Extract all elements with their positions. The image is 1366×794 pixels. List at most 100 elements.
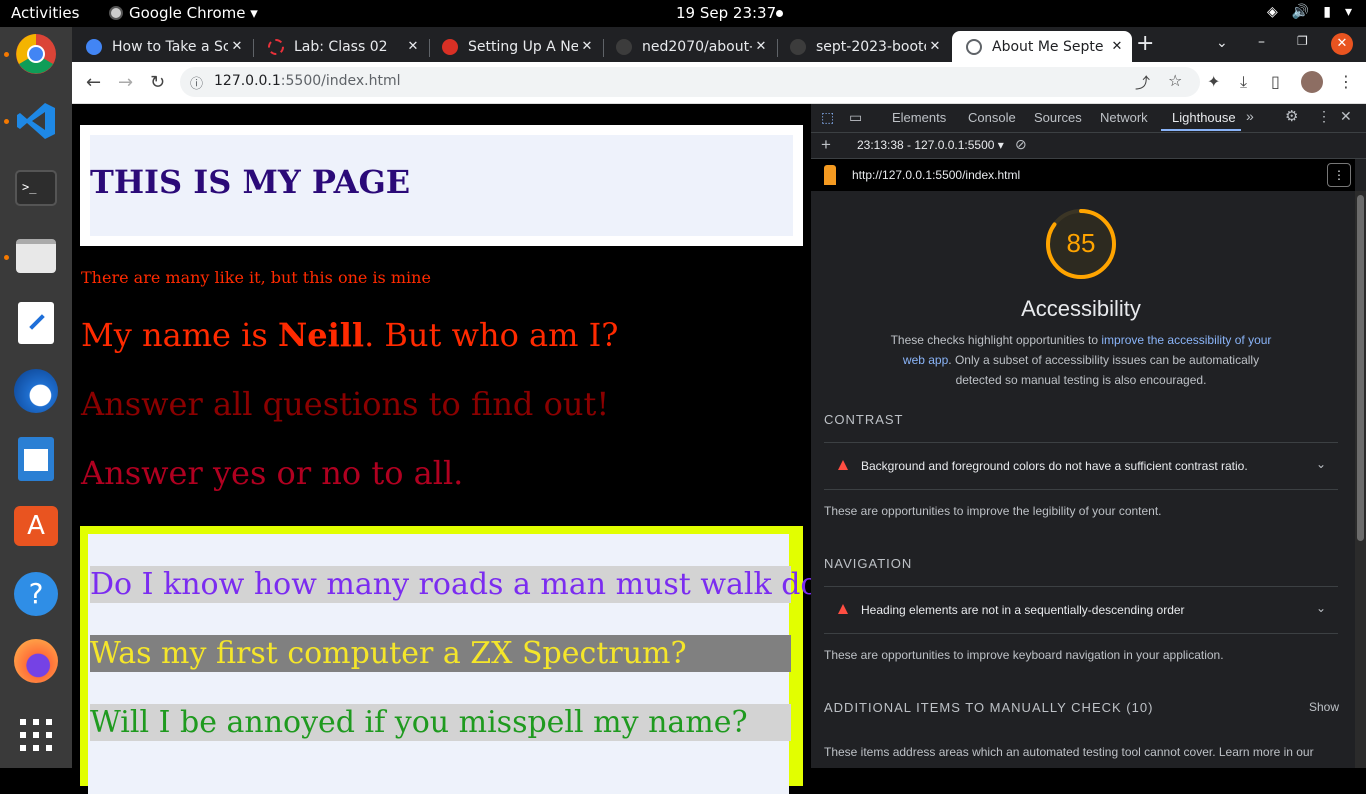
dock-files[interactable] [12,232,60,280]
tab-title: About Me Septe [992,38,1104,55]
settings-gear-icon[interactable]: ⚙ [1285,107,1298,125]
github-icon [790,38,806,55]
site-info-icon[interactable]: ⓘ [190,73,203,92]
running-indicator [4,52,9,57]
web-page: THIS IS MY PAGE There are many like it, … [72,104,880,794]
profile-avatar[interactable] [1301,71,1323,93]
devtools-menu-icon[interactable]: ⋮ [1317,108,1331,125]
minimize-button[interactable]: – [1258,34,1265,50]
dock-text-editor[interactable] [12,299,60,347]
page-title: THIS IS MY PAGE [90,163,411,201]
show-apps-button[interactable] [12,711,60,759]
report-menu-icon[interactable]: ⋮ [1327,163,1351,187]
tagline: There are many like it, but this one is … [81,268,431,287]
tab-favicon-icon [442,38,458,55]
app-grid-icon [20,719,52,751]
share-icon[interactable]: ⤴ [1135,72,1150,93]
question-2: Was my first computer a ZX Spectrum? [90,635,791,672]
dock-chrome[interactable] [12,30,60,78]
devtools-tab-bar: ⬚ ▭ Elements Console Sources Network Lig… [811,104,1366,133]
chevron-down-icon: ⌄ [1315,457,1326,471]
header-inner: THIS IS MY PAGE [90,135,793,236]
audit-heading-order[interactable]: Heading elements are not in a sequential… [824,586,1338,634]
dock-libreoffice-writer[interactable] [12,435,60,483]
maximize-button[interactable]: ❐ [1297,34,1308,48]
address-bar[interactable]: ⓘ 127.0.0.1:5500/index.html ⤴ ☆ [180,67,1200,97]
tab-search-button[interactable]: ⌄ [1216,35,1228,51]
devtools-close-icon[interactable]: ✕ [1340,108,1352,125]
section-manual-note: These items address areas which an autom… [824,745,1314,759]
tab-title: Lab: Class 02 [294,38,388,55]
tab-0[interactable]: How to Take a Sc ✕ [72,31,252,62]
new-report-icon[interactable]: + [821,135,831,155]
new-tab-button[interactable]: + [1136,31,1154,56]
section-navigation-note: These are opportunities to improve keybo… [824,648,1224,662]
close-icon[interactable]: ✕ [578,39,596,54]
fail-triangle-icon [838,604,848,614]
devtools-tab-console[interactable]: Console [968,110,1016,125]
running-indicator [4,119,9,124]
window-close-button[interactable]: ✕ [1331,33,1353,55]
report-selector[interactable]: 23:13:38 - 127.0.0.1:5500 ▾ [857,138,1004,152]
side-panel-icon[interactable]: ▯ [1271,72,1280,91]
back-button[interactable]: ← [86,72,101,93]
devtools-tab-sources[interactable]: Sources [1034,110,1082,125]
thunderbird-icon [14,369,58,413]
dock-vscode[interactable] [12,97,60,145]
audit-title: Heading elements are not in a sequential… [861,603,1185,617]
devtools-tab-lighthouse[interactable]: Lighthouse [1172,110,1236,125]
scrollbar-thumb[interactable] [1357,195,1364,541]
app-menu[interactable]: Google Chrome ▾ [109,4,258,22]
close-icon[interactable]: ✕ [926,39,944,54]
url-text: 127.0.0.1:5500/index.html [214,73,401,89]
system-tray[interactable]: ◈ 🔊 ▮ ▾ [1267,4,1352,20]
software-center-icon: A [14,506,58,546]
section-manual-title[interactable]: ADDITIONAL ITEMS TO MANUALLY CHECK (10) [824,700,1153,715]
close-icon[interactable]: ✕ [404,39,422,54]
chrome-icon [16,34,56,74]
dock-thunderbird[interactable] [12,367,60,415]
globe-icon [966,38,982,55]
tab-strip: How to Take a Sc ✕ Lab: Class 02 ✕ Setti… [72,27,1366,62]
tab-2[interactable]: Setting Up A New ✕ [428,31,602,62]
notification-dot [776,10,783,17]
forward-button[interactable]: → [118,72,133,93]
clock[interactable]: 19 Sep 23:37 [676,4,776,22]
lighthouse-logo-icon [824,165,836,185]
close-icon[interactable]: ✕ [228,39,246,54]
battery-icon: ▮ [1323,4,1331,20]
download-icon[interactable]: ⤓ [1240,72,1247,92]
close-icon[interactable]: ✕ [752,39,770,54]
fail-triangle-icon [838,460,848,470]
more-tabs-icon[interactable]: » [1246,108,1254,124]
tab-3[interactable]: ned2070/about- ✕ [602,31,776,62]
scrollbar[interactable] [1355,191,1366,768]
clear-reports-icon[interactable]: ⊘ [1015,136,1027,153]
device-toolbar-icon[interactable]: ▭ [849,109,862,126]
audit-contrast[interactable]: Background and foreground colors do not … [824,442,1338,490]
devtools-panel: ⬚ ▭ Elements Console Sources Network Lig… [811,104,1366,768]
reload-button[interactable]: ↻ [150,72,165,93]
intro-line: My name is Neill. But who am I? [81,316,619,354]
inspect-element-icon[interactable]: ⬚ [821,109,834,126]
dock-help[interactable]: ? [12,570,60,618]
extensions-icon[interactable]: ✦ [1207,72,1220,91]
vscode-icon [17,103,55,139]
dock-software-center[interactable]: A [12,502,60,550]
dock-terminal[interactable]: >_ [12,164,60,212]
tab-1[interactable]: Lab: Class 02 ✕ [254,31,428,62]
tab-title: Setting Up A New [468,38,578,55]
activities-button[interactable]: Activities [11,4,79,22]
devtools-tab-elements[interactable]: Elements [892,110,946,125]
show-manual-button[interactable]: Show [1309,700,1339,714]
menu-kebab-icon[interactable]: ⋮ [1338,72,1354,91]
close-icon[interactable]: ✕ [1108,39,1126,54]
intro-name: Neill [277,316,365,354]
bookmark-star-icon[interactable]: ☆ [1168,71,1182,90]
dock-firefox[interactable] [12,637,60,685]
help-icon: ? [14,572,58,616]
tab-4[interactable]: sept-2023-bootc ✕ [776,31,950,62]
devtools-tab-network[interactable]: Network [1100,110,1148,125]
writer-icon [18,437,54,481]
tab-5-active[interactable]: About Me Septe ✕ [952,31,1132,62]
